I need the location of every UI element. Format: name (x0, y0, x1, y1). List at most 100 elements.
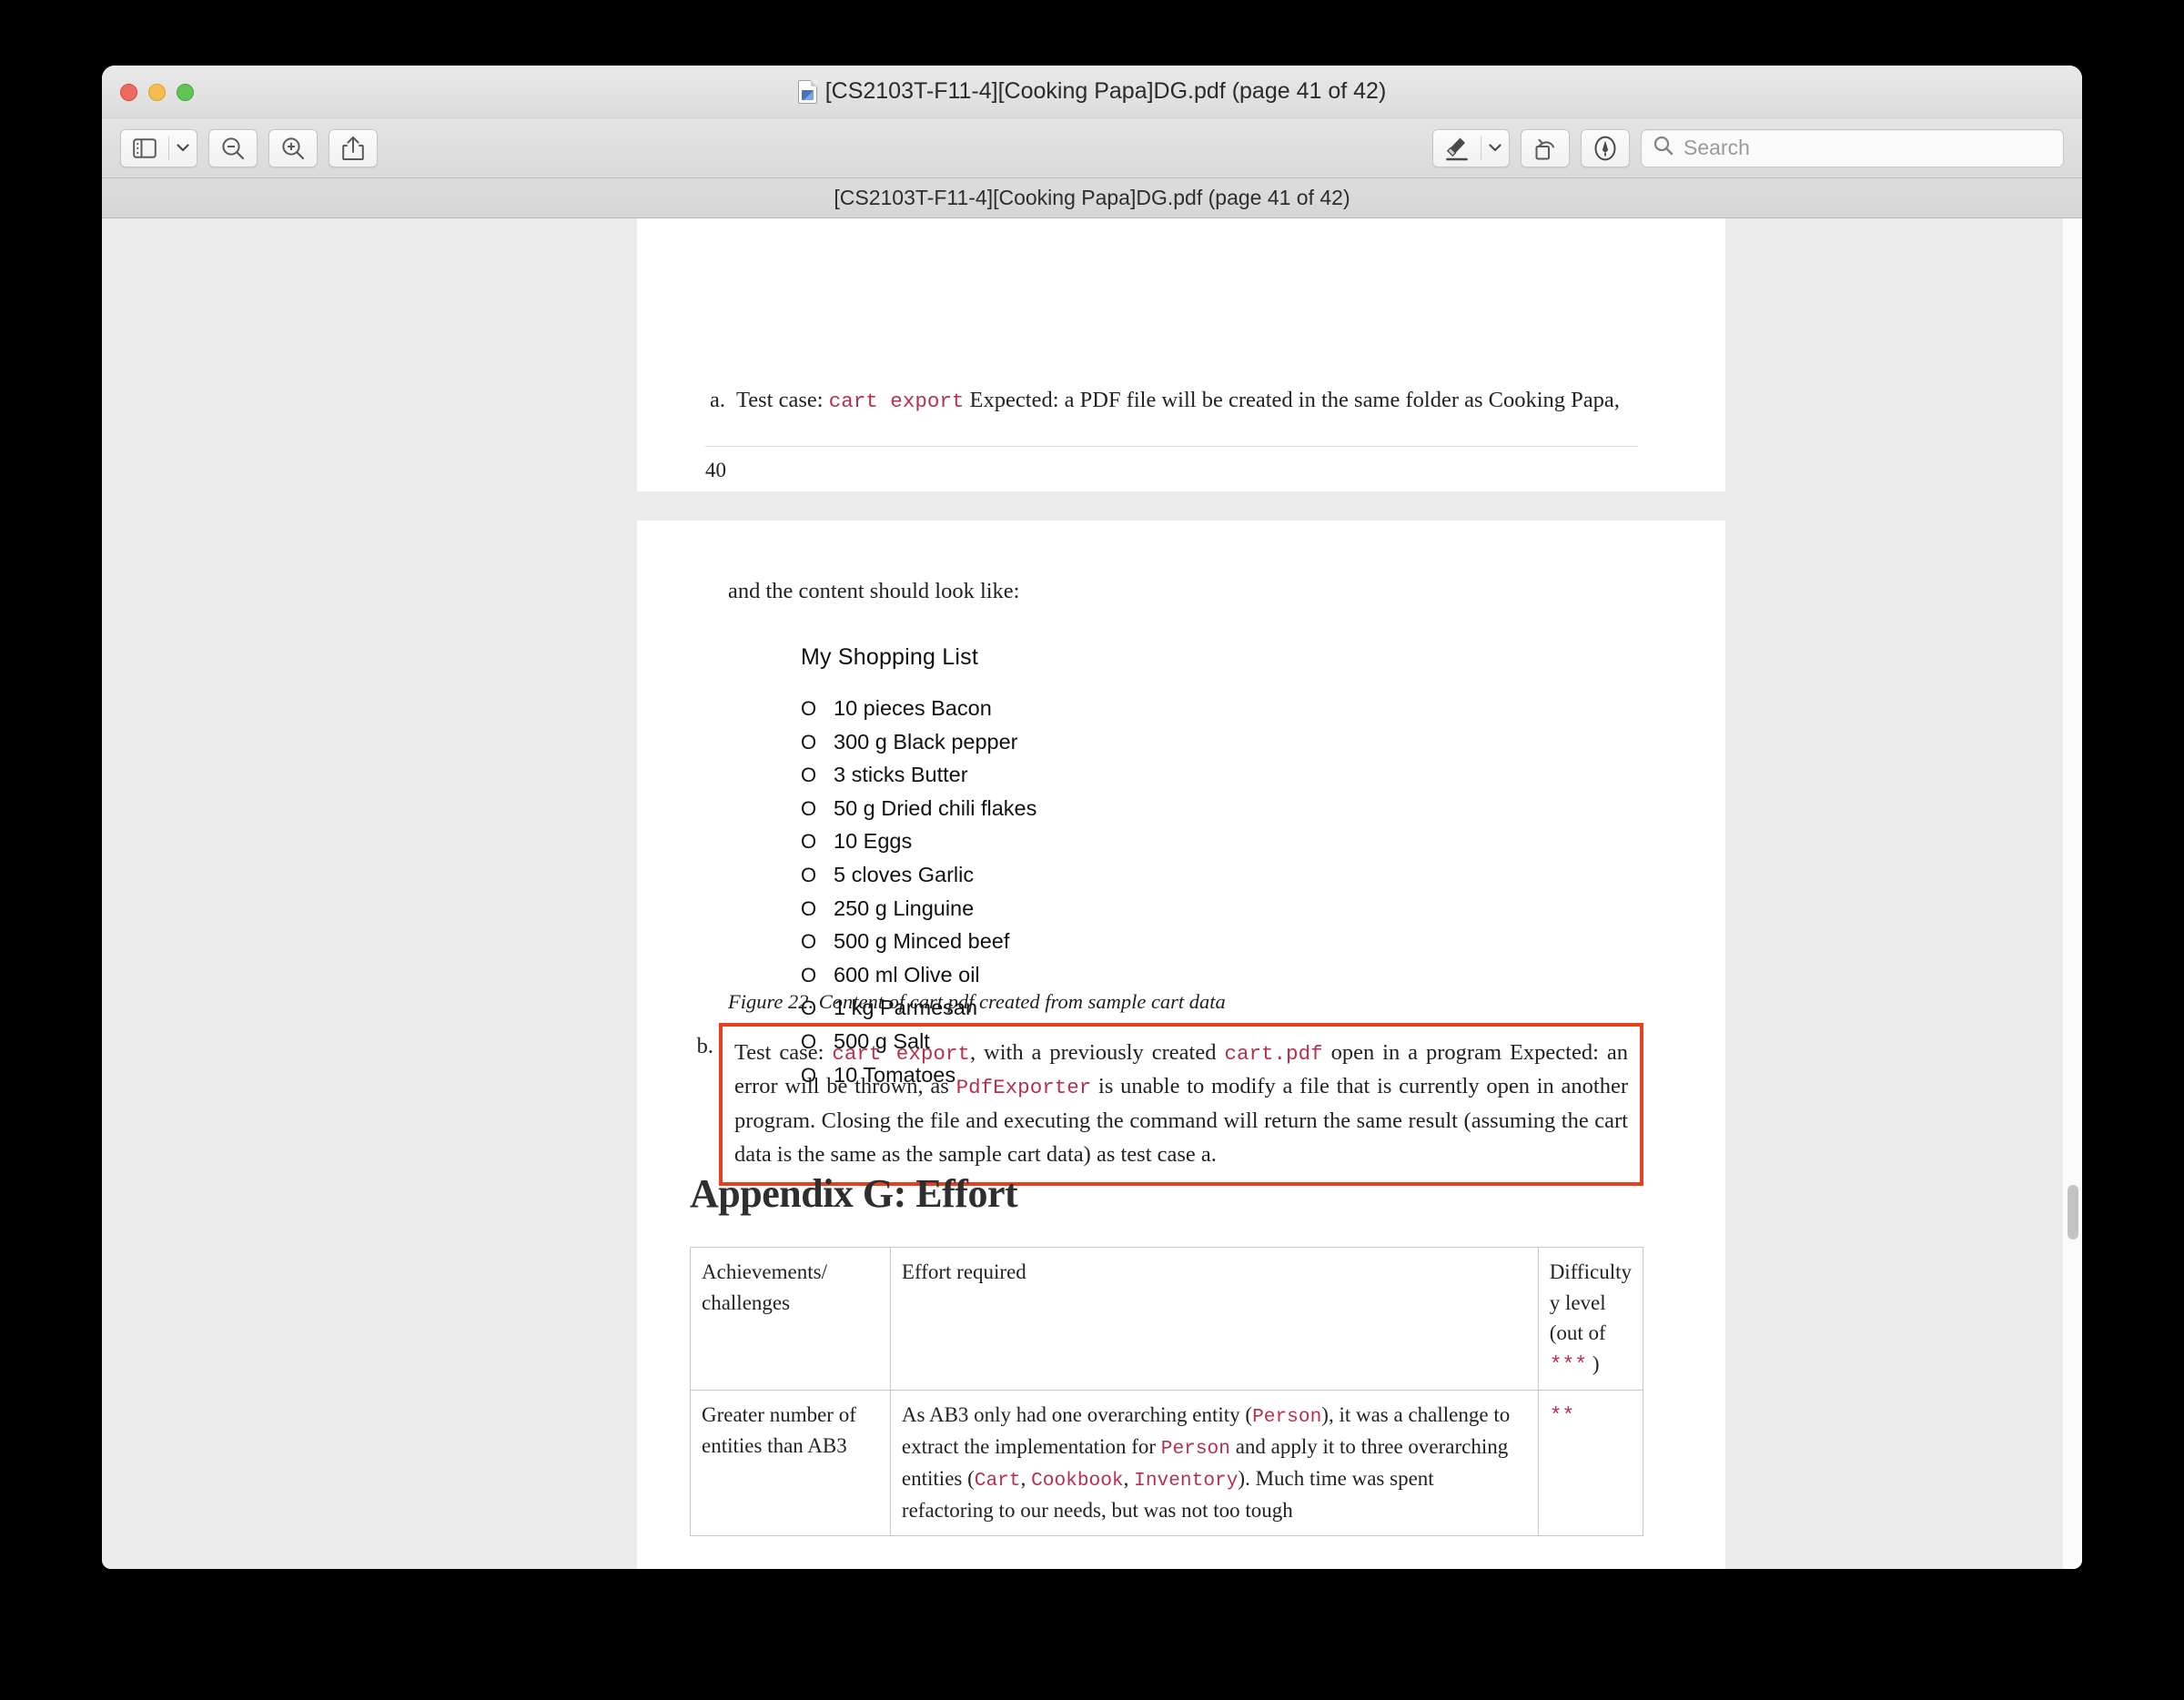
figure-caption: Figure 22. Content of cart.pdf created f… (728, 990, 1226, 1013)
list-bullet-icon: O (801, 896, 817, 920)
page40-code-1: cart export (828, 390, 965, 413)
annotation-code-3: PdfExporter (956, 1076, 1092, 1100)
effort-code-2: Person (1160, 1438, 1230, 1461)
list-item-label: 5 cloves Garlic (834, 862, 975, 886)
effort-seg-1: As AB3 only had one overarching entity ( (901, 1403, 1253, 1427)
annotation-seg-2: , with a previously created (969, 1040, 1225, 1065)
list-item: O 5 cloves Garlic (801, 863, 1036, 896)
list-item-label: 10 Eggs (834, 829, 913, 854)
highlighter-pen-icon[interactable] (1433, 130, 1481, 167)
window-title: [CS2103T-F11-4][Cooking Papa]DG.pdf (pag… (102, 78, 2082, 105)
chevron-down-icon[interactable] (1481, 130, 1509, 167)
row-achievement: Greater number of entities than AB3 (690, 1390, 891, 1536)
sidebar-view-button[interactable] (120, 128, 197, 167)
list-bullet-icon: O (801, 730, 817, 754)
list-item: O 3 sticks Butter (801, 763, 1036, 796)
page-title: Appendix G: Effort (690, 1171, 1018, 1216)
list-item-label: 500 g Minced beef (834, 929, 1010, 954)
markup-button[interactable] (1581, 128, 1630, 167)
annotation-code-1: cart export (832, 1042, 970, 1066)
annotation-seg-1: Test case: (734, 1040, 833, 1065)
footer-rule (705, 446, 1638, 447)
document-scroll-area[interactable]: a. Test case: cart export Expected: a PD… (102, 218, 2082, 1569)
list-bullet-icon: O (801, 863, 817, 886)
list-item-label: 50 g Dried chili flakes (834, 795, 1037, 820)
list-marker: b. (696, 1034, 713, 1058)
annotation-box[interactable]: Test case: cart export, with a previousl… (719, 1023, 1643, 1186)
page40-text: Test case: cart export Expected: a PDF f… (736, 384, 1620, 417)
intro-paragraph: and the content should look like: (728, 579, 1020, 603)
page40-text-2: Expected: a PDF file will be created in … (969, 388, 1620, 412)
effort-sep-2: , (1123, 1467, 1135, 1491)
list-bullet-icon: O (801, 963, 817, 987)
difficulty-label-pre: Difficulty y level (out of (1549, 1260, 1632, 1345)
zoom-out-icon (219, 135, 247, 162)
highlight-button[interactable] (1432, 128, 1510, 167)
search-field[interactable]: Search (1641, 128, 2064, 167)
effort-code-1: Person (1252, 1406, 1322, 1429)
page40-text-1: Test case: (736, 388, 824, 412)
shopping-list-title: My Shopping List (801, 644, 978, 670)
share-icon (341, 135, 365, 162)
rotate-button[interactable] (1521, 128, 1570, 167)
list-bullet-icon: O (801, 697, 817, 720)
list-item: O 10 pieces Bacon (801, 696, 1036, 730)
sidebar-icon[interactable] (121, 130, 168, 167)
toolbar-left-group (120, 128, 378, 167)
search-input[interactable]: Search (1684, 136, 1750, 160)
list-item-label: 10 pieces Bacon (834, 696, 992, 720)
chevron-down-icon[interactable] (169, 130, 197, 167)
list-item: O 10 Eggs (801, 829, 1036, 863)
list-item-label: 300 g Black pepper (834, 729, 1018, 754)
list-bullet-icon: O (801, 796, 817, 820)
effort-code-4: Cookbook (1031, 1470, 1124, 1493)
annotation-code-2: cart.pdf (1224, 1042, 1323, 1066)
effort-code-3: Cart (974, 1470, 1021, 1493)
scrollbar-thumb[interactable] (2068, 1185, 2078, 1240)
list-item-label: 3 sticks Butter (834, 763, 968, 787)
list-bullet-icon: O (801, 830, 817, 854)
table-header-row: Achievements/ challenges Effort required… (690, 1246, 1644, 1391)
pdf-page-40: a. Test case: cart export Expected: a PD… (637, 218, 1725, 491)
toolbar-right-group: Search (1432, 128, 2064, 167)
page-number-40: 40 (705, 459, 726, 481)
share-button[interactable] (329, 128, 378, 167)
document-path-bar: [CS2103T-F11-4][Cooking Papa]DG.pdf (pag… (102, 178, 2082, 218)
table-header-effort: Effort required (889, 1246, 1539, 1391)
rotate-icon (1532, 135, 1558, 162)
document-path-label: [CS2103T-F11-4][Cooking Papa]DG.pdf (pag… (834, 186, 1350, 209)
vertical-scrollbar[interactable] (2062, 218, 2082, 1569)
list-item: O 300 g Black pepper (801, 730, 1036, 764)
table-row: Greater number of entities than AB3 As A… (690, 1390, 1644, 1536)
row-difficulty: ** (1537, 1390, 1644, 1536)
window-title-bar: [CS2103T-F11-4][Cooking Papa]DG.pdf (pag… (102, 66, 2082, 118)
pdf-page-41: and the content should look like: My Sho… (637, 521, 1725, 1569)
list-item-label: 250 g Linguine (834, 896, 975, 920)
zoom-out-button[interactable] (208, 128, 258, 167)
effort-table: Achievements/ challenges Effort required… (690, 1246, 1644, 1536)
zoom-in-button[interactable] (268, 128, 318, 167)
list-item-label: 600 ml Olive oil (834, 962, 980, 987)
annotated-paragraph-wrapper: b. Test case: cart export, with a previo… (690, 1023, 1643, 1186)
list-bullet-icon: O (801, 764, 817, 787)
toolbar: Search (102, 118, 2082, 178)
page40-list-item: a. Test case: cart export Expected: a PD… (705, 384, 1643, 417)
effort-code-5: Inventory (1134, 1470, 1239, 1493)
list-bullet-icon: O (801, 930, 817, 954)
search-icon (1653, 135, 1674, 161)
list-item: O 250 g Linguine (801, 896, 1036, 930)
pdf-document-icon (797, 79, 817, 104)
preview-window: [CS2103T-F11-4][Cooking Papa]DG.pdf (pag… (102, 66, 2082, 1569)
markup-pen-circle-icon (1592, 135, 1619, 162)
effort-sep-1: , (1020, 1467, 1032, 1491)
list-item: O 50 g Dried chili flakes (801, 796, 1036, 830)
row-effort: As AB3 only had one overarching entity (… (889, 1390, 1539, 1536)
difficulty-label-post: ) (1587, 1351, 1600, 1375)
zoom-in-icon (279, 135, 307, 162)
table-header-difficulty: Difficulty y level (out of *** ) (1537, 1246, 1644, 1391)
difficulty-stars: *** (1549, 1352, 1588, 1377)
difficulty-value: ** (1549, 1404, 1575, 1429)
list-item: O 500 g Minced beef (801, 929, 1036, 963)
window-title-label: [CS2103T-F11-4][Cooking Papa]DG.pdf (pag… (824, 78, 1387, 104)
table-header-achievements: Achievements/ challenges (690, 1246, 891, 1391)
